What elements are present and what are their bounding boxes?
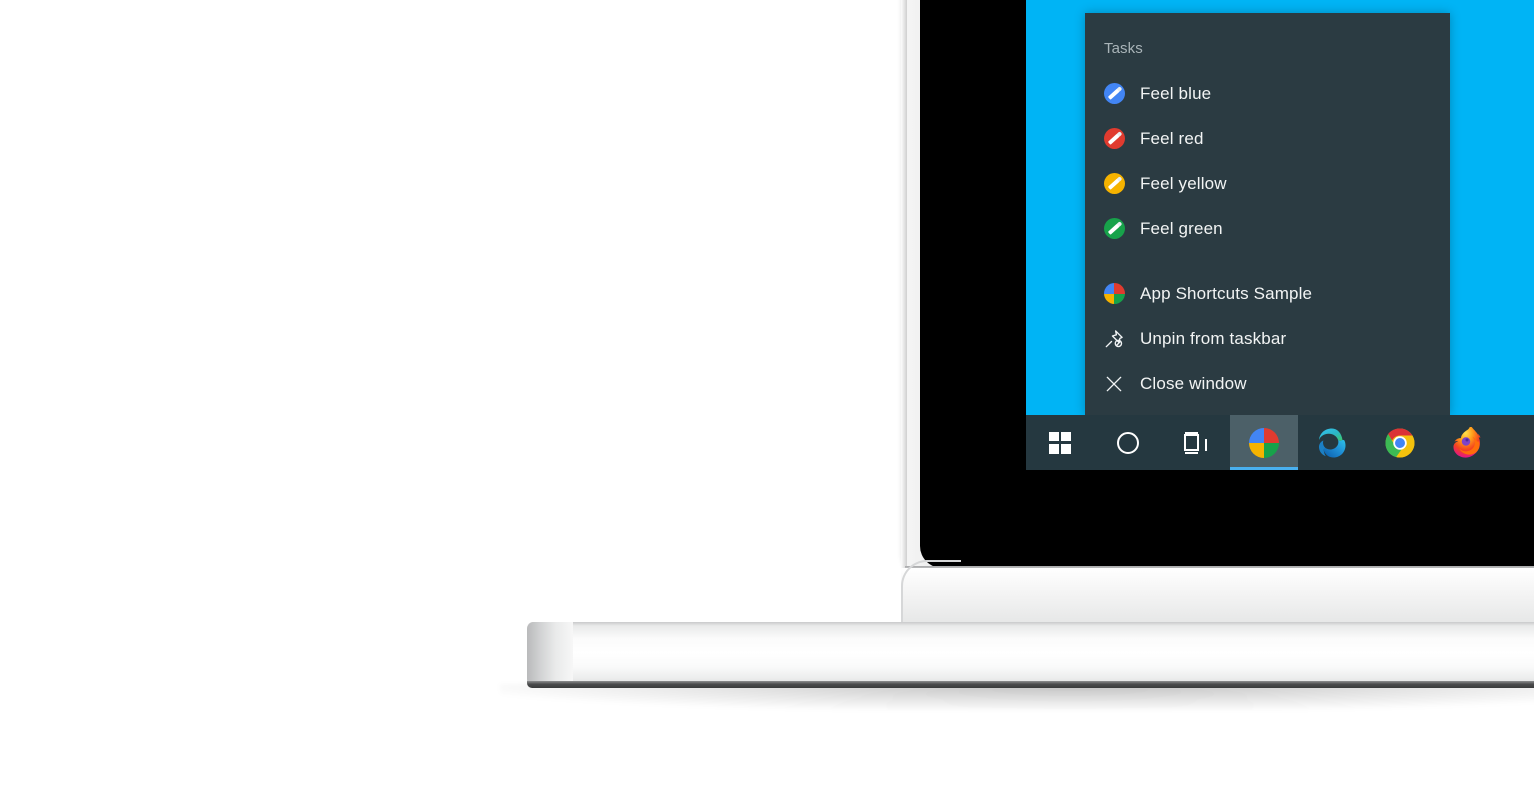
jumplist-item-label: App Shortcuts Sample — [1140, 283, 1313, 303]
taskbar-item-cortana[interactable] — [1094, 415, 1162, 470]
app-pie-icon — [1249, 427, 1279, 458]
jumplist-item-feel-red[interactable]: Feel red — [1085, 116, 1450, 161]
brush-circle-icon — [1102, 217, 1126, 241]
task-view-icon — [1184, 431, 1208, 454]
jumplist-item-label: Feel red — [1140, 128, 1204, 148]
windows-logo-icon — [1049, 431, 1071, 454]
firefox-icon — [1452, 426, 1484, 459]
jumplist-item-close-window[interactable]: Close window — [1085, 361, 1450, 406]
taskbar-jumplist-menu[interactable]: Tasks Feel blue Feel red Feel yellow Fee… — [1085, 13, 1450, 415]
jumplist-item-feel-green[interactable]: Feel green — [1085, 206, 1450, 251]
laptop-screen: Tasks Feel blue Feel red Feel yellow Fee… — [1026, 0, 1534, 470]
windows-taskbar — [1026, 415, 1534, 470]
brush-circle-icon — [1102, 172, 1126, 196]
close-x-icon — [1102, 372, 1126, 396]
chrome-icon — [1384, 427, 1416, 459]
laptop-hinge-area — [901, 568, 1534, 624]
taskbar-item-edge[interactable] — [1298, 415, 1366, 470]
jumplist-item-feel-yellow[interactable]: Feel yellow — [1085, 161, 1450, 206]
jumplist-item-app-shortcuts-sample[interactable]: App Shortcuts Sample — [1085, 271, 1450, 316]
app-pie-icon — [1102, 282, 1126, 306]
taskbar-item-start[interactable] — [1026, 415, 1094, 470]
laptop-base-bottom-edge — [527, 681, 1534, 688]
jumplist-items: Feel blue Feel red Feel yellow Feel gree… — [1085, 71, 1450, 406]
cortana-circle-icon — [1117, 431, 1139, 454]
brush-circle-icon — [1102, 82, 1126, 106]
taskbar-item-chrome[interactable] — [1366, 415, 1434, 470]
jumplist-item-label: Unpin from taskbar — [1140, 328, 1287, 348]
taskbar-item-firefox[interactable] — [1434, 415, 1502, 470]
laptop-scene: Tasks Feel blue Feel red Feel yellow Fee… — [0, 0, 1534, 805]
brush-circle-icon — [1102, 127, 1126, 151]
laptop-base-left-edge — [527, 622, 573, 686]
jumplist-item-label: Feel blue — [1140, 83, 1212, 103]
jumplist-separator-space — [1085, 251, 1450, 271]
taskbar-item-app-shortcuts-sample[interactable] — [1230, 415, 1298, 470]
jumplist-item-label: Feel green — [1140, 218, 1223, 238]
jumplist-section-header: Tasks — [1104, 40, 1143, 57]
jumplist-item-label: Feel yellow — [1140, 173, 1227, 193]
taskbar-item-task-view[interactable] — [1162, 415, 1230, 470]
laptop-hinge-curve — [901, 560, 961, 624]
laptop-lid-rim — [901, 0, 907, 580]
laptop-base — [527, 622, 1534, 686]
edge-icon — [1316, 427, 1348, 459]
unpin-icon — [1102, 327, 1126, 351]
jumplist-item-unpin-from-taskbar[interactable]: Unpin from taskbar — [1085, 316, 1450, 361]
jumplist-item-label: Close window — [1140, 373, 1247, 393]
jumplist-item-feel-blue[interactable]: Feel blue — [1085, 71, 1450, 116]
